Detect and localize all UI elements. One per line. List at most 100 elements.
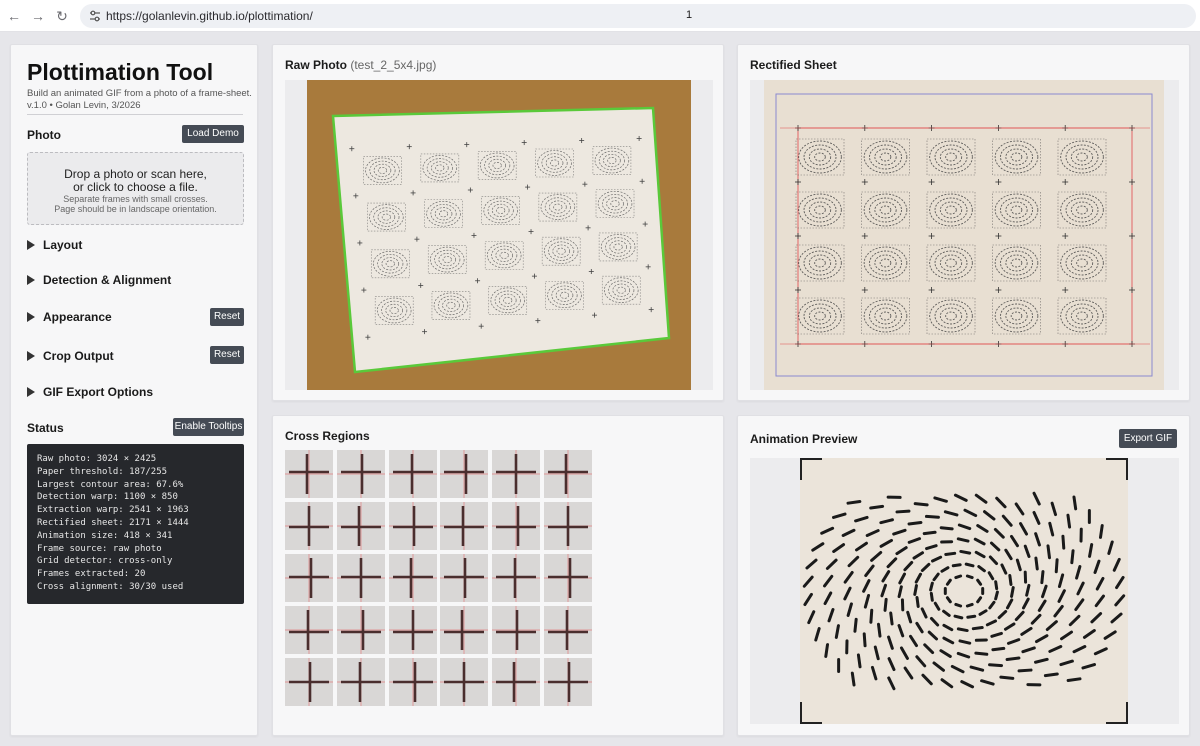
cross-region-thumbnail xyxy=(388,502,437,550)
cross-region-thumbnail xyxy=(336,502,385,550)
cross-regions-title: Cross Regions xyxy=(285,429,370,443)
gif-export-section-toggle[interactable]: GIF Export Options xyxy=(27,385,153,399)
cross-region-image xyxy=(285,606,333,654)
animation-dash xyxy=(853,617,858,633)
animation-dash xyxy=(988,663,1004,668)
cross-region-image xyxy=(440,502,489,550)
animation-dash xyxy=(956,627,969,633)
animation-dash xyxy=(883,597,888,612)
section-label: Crop Output xyxy=(43,349,114,363)
animation-dash xyxy=(974,651,989,656)
cross-region-thumbnail xyxy=(336,658,385,706)
animation-dash xyxy=(965,602,974,608)
cross-region-image xyxy=(285,502,333,550)
cross-region-thumbnail xyxy=(440,450,489,498)
cross-region-image xyxy=(285,658,333,706)
animation-dash xyxy=(824,643,830,658)
raw-photo-image xyxy=(285,80,713,390)
cross-region-image xyxy=(336,502,385,550)
animation-dash xyxy=(966,614,977,619)
animation-preview-title: Animation Preview xyxy=(750,432,858,446)
status-line: Raw photo: 3024 × 2425 xyxy=(37,454,157,464)
crop-reset-button[interactable]: Reset xyxy=(210,346,244,364)
crop-output-section-toggle[interactable]: Crop Output xyxy=(27,349,114,363)
status-line: Paper threshold: 187/255 xyxy=(37,466,168,477)
forward-arrow-icon[interactable]: → xyxy=(30,8,46,24)
animation-dash xyxy=(1066,513,1072,529)
expand-triangle-icon xyxy=(27,275,35,285)
status-line: Animation size: 418 × 341 xyxy=(37,530,173,541)
app-title: Plottimation Tool xyxy=(27,59,214,85)
status-line: Frames extracted: 20 xyxy=(37,569,146,580)
appearance-section-toggle[interactable]: Appearance xyxy=(27,310,112,324)
animation-dash xyxy=(1005,656,1021,662)
app-description: Build an animated GIF from a photo of a … xyxy=(27,88,252,112)
photo-dropzone[interactable]: Drop a photo or scan here, or click to c… xyxy=(27,152,244,225)
animation-dash xyxy=(869,504,885,510)
animation-dash xyxy=(999,675,1015,680)
animation-dash xyxy=(913,584,918,596)
status-readout: Raw photo: 3024 × 2425 Paper threshold: … xyxy=(27,444,244,604)
cross-region-thumbnail xyxy=(388,658,437,706)
animation-dash xyxy=(915,596,920,608)
section-label: Appearance xyxy=(43,310,112,324)
animation-dash xyxy=(964,562,975,568)
animation-preview-panel: Animation Preview Export GIF xyxy=(737,415,1190,736)
animation-dash xyxy=(1010,586,1015,598)
cross-region-thumbnail xyxy=(388,606,437,654)
animation-dash xyxy=(895,509,911,514)
animation-dash xyxy=(1043,672,1059,678)
cross-region-image xyxy=(336,606,385,654)
detection-section-toggle[interactable]: Detection & Alignment xyxy=(27,273,171,287)
cross-region-image xyxy=(388,606,437,654)
site-settings-icon[interactable] xyxy=(88,9,102,23)
rectified-sheet-title: Rectified Sheet xyxy=(750,58,837,72)
animation-dash xyxy=(907,520,923,526)
status-line: Grid detector: cross-only xyxy=(37,556,173,567)
cross-region-image xyxy=(336,450,385,498)
cross-region-thumbnail xyxy=(544,450,592,498)
animation-dash xyxy=(1017,668,1033,673)
cross-region-thumbnail xyxy=(544,502,592,550)
status-section-label: Status xyxy=(27,421,64,435)
export-gif-button[interactable]: Export GIF xyxy=(1119,429,1177,448)
status-line: Cross alignment: 30/30 used xyxy=(37,581,184,592)
cross-region-thumbnail xyxy=(440,554,489,602)
animation-preview-canvas xyxy=(800,458,1128,724)
sidebar-panel: Plottimation Tool Build an animated GIF … xyxy=(10,44,258,736)
url-text[interactable]: https://golanlevin.github.io/plottimatio… xyxy=(106,9,313,23)
address-bar[interactable]: https://golanlevin.github.io/plottimatio… xyxy=(80,4,1196,28)
raw-photo-canvas xyxy=(307,80,691,390)
panel-title-text: Raw Photo xyxy=(285,58,347,72)
expand-triangle-icon xyxy=(27,351,35,361)
cross-region-thumbnail xyxy=(492,502,541,550)
enable-tooltips-button[interactable]: Enable Tooltips xyxy=(173,418,244,436)
animation-dash xyxy=(1046,544,1051,560)
animation-dash xyxy=(1061,534,1066,550)
raw-photo-panel: Raw Photo (test_2_5x4.jpg) xyxy=(272,44,724,401)
status-line: Rectified sheet: 2171 × 1444 xyxy=(37,517,189,528)
expand-triangle-icon xyxy=(27,240,35,250)
cross-region-image xyxy=(492,658,541,706)
back-arrow-icon[interactable]: ← xyxy=(6,8,22,24)
animation-dash xyxy=(929,581,934,592)
photo-section-label: Photo xyxy=(27,128,61,142)
appearance-reset-button[interactable]: Reset xyxy=(210,308,244,326)
cross-region-image xyxy=(388,502,437,550)
cross-region-image xyxy=(544,502,592,550)
rectified-sheet-image xyxy=(750,80,1179,390)
reload-icon[interactable]: ↻ xyxy=(54,8,70,24)
cross-region-image xyxy=(285,554,333,602)
cross-region-thumbnail xyxy=(336,554,385,602)
layout-section-toggle[interactable]: Layout xyxy=(27,238,82,252)
cross-region-image xyxy=(336,658,385,706)
load-demo-button[interactable]: Load Demo xyxy=(182,125,244,143)
cross-region-thumbnail xyxy=(285,502,333,550)
animation-dash xyxy=(1034,556,1039,571)
cross-region-image xyxy=(492,554,541,602)
cross-regions-panel: Cross Regions xyxy=(272,415,724,736)
cross-region-image xyxy=(544,606,592,654)
animation-dash xyxy=(1054,558,1059,574)
animation-dash xyxy=(1040,570,1045,585)
cross-region-image xyxy=(440,450,489,498)
